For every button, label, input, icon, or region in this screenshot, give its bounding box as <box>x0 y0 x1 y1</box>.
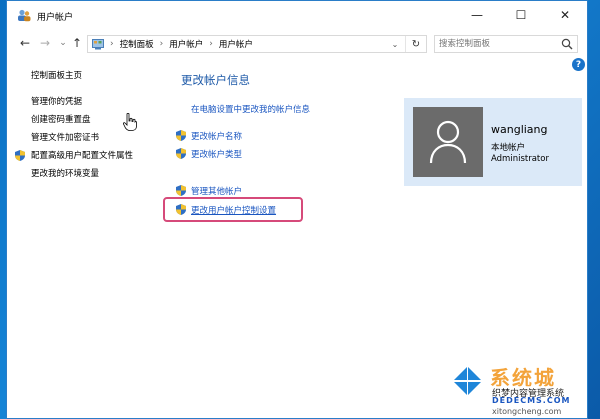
refresh-button[interactable]: ↻ <box>405 36 426 52</box>
account-role: Administrator <box>491 154 549 164</box>
sidebar-item-change-environment-variables[interactable]: 更改我的环境变量 <box>31 167 99 179</box>
search-icon[interactable] <box>561 38 573 50</box>
sidebar-item-advanced-profile-properties[interactable]: 配置高级用户配置文件属性 <box>31 149 133 161</box>
watermark-line-2: DEDECMS.COM <box>492 396 571 405</box>
address-dropdown-button[interactable]: ⌄ <box>388 36 402 52</box>
uac-shield-icon <box>176 204 186 215</box>
uac-shield-icon <box>176 148 186 159</box>
back-button[interactable]: ← <box>17 35 33 51</box>
breadcrumb-separator: › <box>110 39 114 49</box>
pc-settings-link[interactable]: 在电脑设置中更改我的帐户信息 <box>191 103 310 115</box>
sidebar-item-control-panel-home[interactable]: 控制面板主页 <box>31 69 82 81</box>
breadcrumb-user-accounts[interactable]: 用户帐户 <box>169 38 203 50</box>
breadcrumb-separator: › <box>209 39 213 49</box>
user-avatar-icon <box>429 120 467 164</box>
breadcrumb-separator: › <box>159 39 164 49</box>
sidebar-item-manage-credentials[interactable]: 管理你的凭据 <box>31 95 82 107</box>
uac-shield-icon <box>176 130 186 141</box>
navigation-bar: ← → ⌄ ↑ › 控制面板 › 用户帐户 › 用户帐户 ⌄ ↻ <box>7 31 587 55</box>
manage-other-accounts-link[interactable]: 管理其他帐户 <box>191 185 242 197</box>
maximize-button[interactable]: ☐ <box>499 1 543 29</box>
window-title: 用户帐户 <box>37 13 74 23</box>
uac-shield-icon <box>15 150 25 161</box>
hand-cursor-icon <box>123 113 137 131</box>
up-button[interactable]: ↑ <box>69 35 85 51</box>
minimize-button[interactable]: — <box>455 1 499 29</box>
page-title: 更改帐户信息 <box>181 73 250 87</box>
user-name: wangliang <box>491 123 548 136</box>
help-icon[interactable]: ? <box>572 58 585 71</box>
breadcrumb: › 控制面板 › 用户帐户 › 用户帐户 <box>92 36 253 52</box>
change-account-name-link[interactable]: 更改帐户名称 <box>191 130 242 142</box>
search-box[interactable] <box>434 35 578 53</box>
forward-button[interactable]: → <box>37 35 53 51</box>
control-panel-icon <box>92 38 104 49</box>
user-accounts-window: 用户帐户 — ☐ ✕ ← → ⌄ ↑ › 控制面板 › 用户帐户 › 用户帐户 <box>6 0 588 419</box>
title-bar: 用户帐户 — ☐ ✕ <box>7 1 587 29</box>
address-bar[interactable]: › 控制面板 › 用户帐户 › 用户帐户 ⌄ ↻ <box>87 35 427 53</box>
sidebar-item-manage-encryption-certificates[interactable]: 管理文件加密证书 <box>31 131 99 143</box>
close-button[interactable]: ✕ <box>543 1 587 29</box>
site-watermark: 系统城 织梦内容管理系统 DEDECMS.COM xitongcheng.com <box>440 360 600 419</box>
search-input[interactable] <box>439 37 557 51</box>
breadcrumb-control-panel[interactable]: 控制面板 <box>120 38 154 50</box>
change-uac-settings-link[interactable]: 更改用户帐户控制设置 <box>191 204 276 216</box>
breadcrumb-user-accounts-current[interactable]: 用户帐户 <box>219 38 253 50</box>
windows-logo-icon <box>450 364 484 398</box>
user-account-card: wangliang 本地帐户 Administrator <box>404 98 582 186</box>
change-account-type-link[interactable]: 更改帐户类型 <box>191 148 242 160</box>
user-accounts-app-icon <box>18 9 31 22</box>
watermark-line-3: xitongcheng.com <box>492 407 562 416</box>
uac-shield-icon <box>176 185 186 196</box>
account-type: 本地帐户 <box>491 143 526 153</box>
avatar <box>413 107 483 177</box>
sidebar-item-create-password-reset-disk[interactable]: 创建密码重置盘 <box>31 113 91 125</box>
